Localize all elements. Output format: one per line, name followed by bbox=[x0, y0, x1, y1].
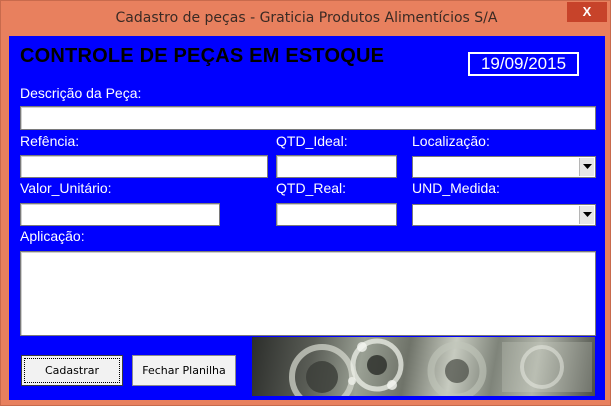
bearings-photo bbox=[252, 337, 595, 396]
und-medida-dropdown-button[interactable] bbox=[579, 206, 594, 224]
und-medida-combobox[interactable] bbox=[412, 204, 596, 226]
chevron-down-icon bbox=[582, 212, 592, 217]
cadastrar-button[interactable]: Cadastrar bbox=[21, 355, 123, 386]
und-medida-label: UND_Medida: bbox=[412, 180, 500, 196]
bearings-image bbox=[289, 338, 592, 396]
aplicacao-label: Aplicação: bbox=[20, 228, 85, 244]
date-display: 19/09/2015 bbox=[468, 52, 579, 76]
localizacao-dropdown-button[interactable] bbox=[579, 158, 594, 176]
chevron-down-icon bbox=[582, 164, 592, 169]
qtd-ideal-label: QTD_Ideal: bbox=[276, 133, 348, 149]
localizacao-label: Localização: bbox=[412, 133, 490, 149]
descricao-field[interactable] bbox=[20, 106, 596, 130]
form-heading: CONTROLE DE PEÇAS EM ESTOQUE bbox=[20, 45, 385, 67]
fechar-planilha-button[interactable]: Fechar Planilha bbox=[132, 355, 236, 386]
valor-unitario-label: Valor_Unitário: bbox=[20, 180, 112, 196]
valor-unitario-field[interactable] bbox=[20, 203, 220, 226]
qtd-ideal-field[interactable] bbox=[276, 155, 397, 178]
referencia-field[interactable] bbox=[20, 155, 268, 178]
form-panel: CONTROLE DE PEÇAS EM ESTOQUE 19/09/2015 … bbox=[9, 36, 605, 400]
descricao-label: Descrição da Peça: bbox=[20, 85, 142, 101]
userform-window: Cadastro de peças - Graticia Produtos Al… bbox=[0, 0, 611, 406]
qtd-real-field[interactable] bbox=[276, 203, 397, 226]
referencia-label: Refência: bbox=[20, 133, 80, 149]
window-title: Cadastro de peças - Graticia Produtos Al… bbox=[115, 10, 498, 26]
close-button[interactable]: X bbox=[567, 2, 607, 22]
title-bar[interactable]: Cadastro de peças - Graticia Produtos Al… bbox=[1, 1, 611, 35]
localizacao-combobox[interactable] bbox=[412, 156, 596, 178]
aplicacao-textarea[interactable] bbox=[20, 251, 596, 336]
qtd-real-label: QTD_Real: bbox=[276, 180, 347, 196]
